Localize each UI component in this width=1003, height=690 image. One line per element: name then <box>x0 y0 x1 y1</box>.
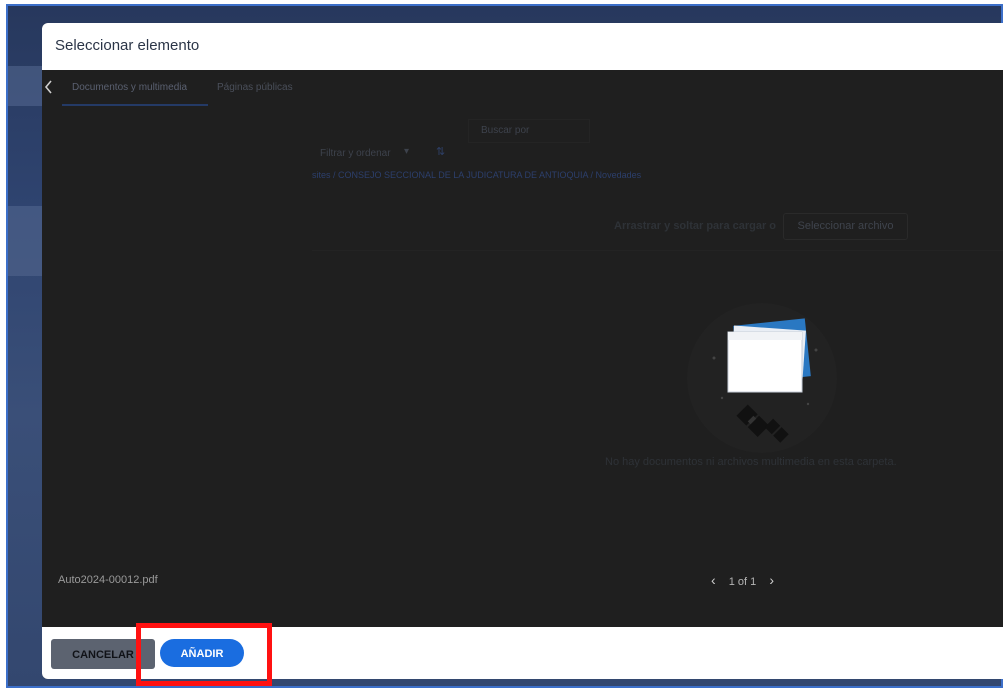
pagination-label: 1 of 1 <box>728 576 757 588</box>
select-item-modal: Seleccionar elemento Documentos y multim… <box>42 23 1003 679</box>
chevron-left-icon[interactable] <box>44 79 56 95</box>
caret-down-icon[interactable]: ▾ <box>404 146 409 157</box>
add-button[interactable]: AÑADIR <box>160 639 244 667</box>
modal-header: Seleccionar elemento <box>42 23 1003 70</box>
chevron-left-icon-svg <box>44 80 52 94</box>
pagination-prev-icon[interactable]: ‹ <box>711 572 716 588</box>
search-input[interactable]: Buscar por <box>468 119 590 143</box>
sort-order-icon[interactable]: ⇅ <box>436 145 445 158</box>
tab-documents-media[interactable]: Documentos y multimedia <box>72 82 187 93</box>
modal-title: Seleccionar elemento <box>55 37 200 54</box>
tab-bar: Documentos y multimedia Páginas públicas <box>42 70 1003 106</box>
selected-file-name: Auto2024-00012.pdf <box>58 574 158 586</box>
filter-sort-dropdown[interactable]: Filtrar y ordenar <box>320 148 391 159</box>
drop-zone-label: Arrastrar y soltar para cargar o <box>614 220 777 232</box>
breadcrumb[interactable]: sites / CONSEJO SECCIONAL DE LA JUDICATU… <box>312 170 641 180</box>
pagination: ‹ 1 of 1 › <box>711 572 774 588</box>
empty-state-message: No hay documentos ni archivos multimedia… <box>605 456 897 468</box>
tab-public-pages[interactable]: Páginas públicas <box>217 82 293 93</box>
active-tab-indicator <box>62 104 208 106</box>
pagination-next-icon[interactable]: › <box>769 572 774 588</box>
empty-folder-illustration-icon <box>712 318 818 443</box>
select-file-button[interactable]: Seleccionar archivo <box>783 213 908 240</box>
search-placeholder: Buscar por <box>481 125 530 136</box>
empty-content-area <box>312 250 1003 551</box>
modal-footer: CANCELAR AÑADIR <box>42 627 1003 679</box>
cancel-button[interactable]: CANCELAR <box>51 639 155 669</box>
